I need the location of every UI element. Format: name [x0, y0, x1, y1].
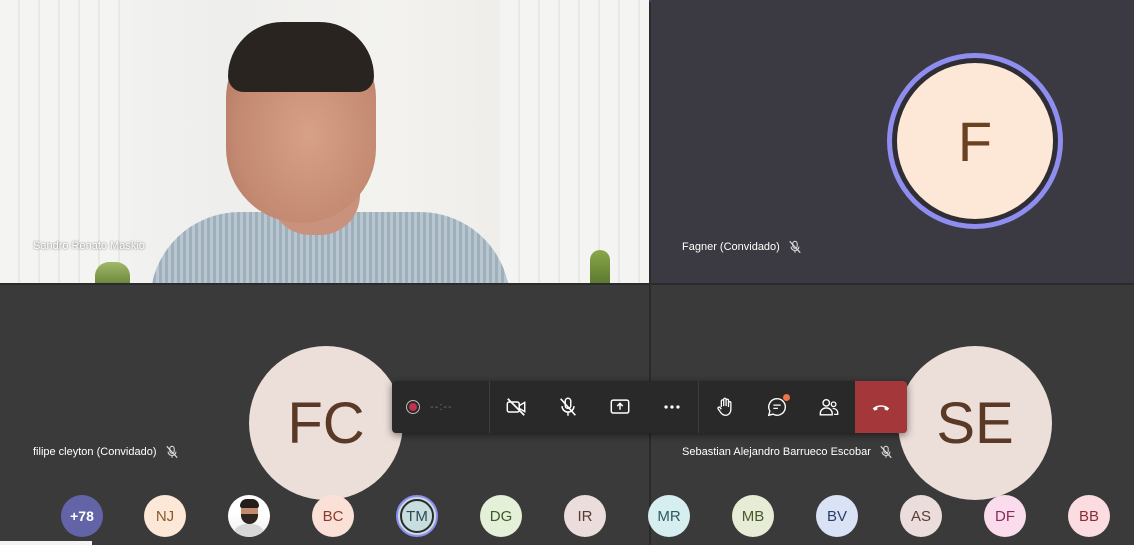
roster-avatar[interactable]: NJ	[144, 495, 186, 537]
roster-avatar[interactable]: TM	[396, 495, 438, 537]
plant	[590, 250, 610, 283]
roster-avatar[interactable]: BV	[816, 495, 858, 537]
participant-name-filipe: filipe cleyton (Convidado)	[33, 445, 179, 459]
more-icon	[664, 405, 680, 409]
mic-toggle-button[interactable]	[542, 381, 594, 433]
share-screen-button[interactable]	[594, 381, 646, 433]
mic-off-icon	[789, 240, 801, 254]
plant	[95, 262, 130, 283]
participant-name-sandro: Sandro Renato Maskio	[33, 240, 145, 252]
avatar-fagner: F	[897, 63, 1053, 219]
window-edge	[0, 541, 92, 545]
hang-up-button[interactable]	[855, 381, 907, 433]
chat-button[interactable]	[751, 381, 803, 433]
camera-off-icon	[506, 398, 526, 416]
mic-off-icon	[165, 445, 178, 459]
roster-avatar[interactable]: BC	[312, 495, 354, 537]
meeting-timer: --:--	[430, 401, 453, 413]
avatar-sebastian: SE	[898, 346, 1052, 500]
roster-avatar[interactable]: MR	[648, 495, 690, 537]
participant-name-sebastian: Sebastian Alejandro Barrueco Escobar	[682, 445, 893, 459]
avatar-filipe: FC	[249, 346, 403, 500]
hang-up-icon	[872, 405, 890, 411]
roster-avatar[interactable]: IR	[564, 495, 606, 537]
participant-name-fagner: Fagner (Convidado)	[682, 240, 802, 254]
meeting-control-bar: --:--	[392, 381, 907, 433]
mic-off-icon	[880, 445, 892, 459]
recording-icon	[406, 400, 420, 414]
background-blinds-right	[500, 0, 649, 283]
chat-notification-dot	[783, 394, 790, 401]
video-tile-sandro[interactable]: Sandro Renato Maskio	[0, 0, 649, 283]
recording-timer-section: --:--	[392, 381, 490, 433]
roster-avatar[interactable]: DF	[984, 495, 1026, 537]
camera-toggle-button[interactable]	[490, 381, 542, 433]
raise-hand-button[interactable]	[699, 381, 751, 433]
share-screen-icon	[610, 399, 630, 414]
roster-avatar-photo[interactable]	[228, 495, 270, 537]
mic-off-icon	[560, 397, 576, 416]
more-options-button[interactable]	[646, 381, 698, 433]
roster-avatar[interactable]: BB	[1068, 495, 1110, 537]
raise-hand-icon	[717, 397, 732, 416]
participants-button[interactable]	[803, 381, 855, 433]
roster-avatar[interactable]: MB	[732, 495, 774, 537]
roster-avatar[interactable]: DG	[480, 495, 522, 537]
roster-avatar[interactable]: AS	[900, 495, 942, 537]
people-icon	[819, 398, 839, 416]
more-participants-button[interactable]: +78	[61, 495, 103, 537]
